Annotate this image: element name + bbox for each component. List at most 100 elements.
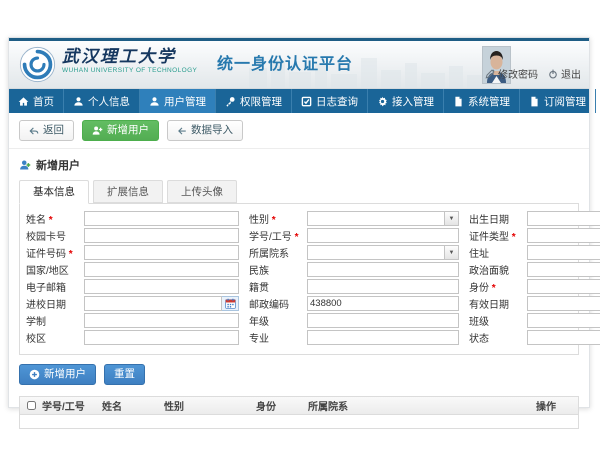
required-asterisk: * <box>512 232 516 243</box>
add-user-toolbar-label: 新增用户 <box>107 124 149 137</box>
reset-button-label: 重置 <box>114 368 135 381</box>
field-label-identity: 身份 * <box>469 279 527 294</box>
chevron-down-icon[interactable]: ▼ <box>445 245 459 260</box>
country-region-control <box>84 262 239 277</box>
change-password-link[interactable]: 修改密码 <box>485 66 538 81</box>
user-table-empty-body <box>20 415 578 428</box>
university-name-en: WUHAN UNIVERSITY OF TECHNOLOGY <box>62 68 197 75</box>
platform-title: 统一身份认证平台 <box>217 50 353 74</box>
user-table-header: 学号/工号姓名性别身份所属院系操作 <box>20 397 578 415</box>
tab-bar: 基本信息 扩展信息 上传头像 <box>19 180 579 203</box>
required-asterisk: * <box>69 249 73 260</box>
nav-item-log-query[interactable]: 日志查询 <box>292 89 368 113</box>
major-input[interactable] <box>307 330 459 345</box>
field-political-status: 政治面貌 <box>469 262 600 277</box>
user-icon <box>73 96 84 107</box>
nav-item-system-management[interactable]: 系统管理 <box>444 89 520 113</box>
table-header-col-5: 操作 <box>532 398 578 413</box>
gear-icon <box>377 96 388 107</box>
field-major: 专业 <box>249 330 459 345</box>
email-input[interactable] <box>84 279 239 294</box>
major-control <box>307 330 459 345</box>
field-identity: 身份 * <box>469 279 600 294</box>
nav-item-label: 日志查询 <box>316 94 358 109</box>
birth-date-input[interactable] <box>527 211 600 226</box>
add-user-submit-button[interactable]: 新增用户 <box>19 364 96 385</box>
valid-date-input[interactable] <box>527 296 600 311</box>
name-input[interactable] <box>84 211 239 226</box>
birth-date-control <box>527 211 600 226</box>
field-email: 电子邮箱 <box>26 279 239 294</box>
field-label-birth-date: 出生日期 <box>469 211 527 226</box>
required-asterisk: * <box>295 232 299 243</box>
basic-info-form: 姓名 *性别 *▼出生日期 校园卡号 学号/工号 *证件类型 *证件号码 *所属… <box>19 203 579 355</box>
field-label-country-region: 国家/地区 <box>26 262 84 277</box>
address-control <box>527 245 600 260</box>
nav-item-profile[interactable]: 个人信息 <box>64 89 140 113</box>
nav-item-home[interactable]: 首页 <box>9 89 64 113</box>
field-label-name: 姓名 * <box>26 211 84 226</box>
nav-item-access-management[interactable]: 接入管理 <box>368 89 444 113</box>
status-input[interactable] <box>527 330 600 345</box>
nav-item-label: 系统管理 <box>468 94 510 109</box>
nav-item-user-management[interactable]: 用户管理 <box>140 89 216 113</box>
nav-item-label: 个人信息 <box>88 94 130 109</box>
chevron-down-icon[interactable]: ▼ <box>445 211 459 226</box>
id-number-input[interactable] <box>84 245 239 260</box>
tab-basic-info[interactable]: 基本信息 <box>19 180 89 204</box>
back-button-label: 返回 <box>43 124 64 137</box>
field-label-campus: 校区 <box>26 330 84 345</box>
field-campus-card: 校园卡号 <box>26 228 239 243</box>
school-system-input[interactable] <box>84 313 239 328</box>
field-label-class: 班级 <box>469 313 527 328</box>
address-input[interactable] <box>527 245 600 260</box>
entry-date-input[interactable] <box>84 296 222 311</box>
grade-input[interactable] <box>307 313 459 328</box>
field-school-system: 学制 <box>26 313 239 328</box>
postal-code-input[interactable] <box>307 296 459 311</box>
nav-item-label: 首页 <box>33 94 54 109</box>
tab-extended-info[interactable]: 扩展信息 <box>93 180 163 203</box>
department-select[interactable] <box>307 245 445 260</box>
political-status-control <box>527 262 600 277</box>
nav-item-permission-management[interactable]: 权限管理 <box>216 89 292 113</box>
native-place-control <box>307 279 459 294</box>
add-user-section-icon <box>19 159 31 171</box>
field-gender: 性别 * ▼ <box>249 211 459 226</box>
postal-code-control <box>307 296 459 311</box>
logout-link[interactable]: 退出 <box>548 66 581 81</box>
calendar-icon[interactable] <box>222 296 239 311</box>
ethnicity-input[interactable] <box>307 262 459 277</box>
change-password-label: 修改密码 <box>498 66 538 81</box>
field-label-gender: 性别 * <box>249 211 307 226</box>
data-import-button[interactable]: 数据导入 <box>167 120 243 141</box>
plus-circle-icon <box>29 369 40 380</box>
field-label-student-id: 学号/工号 * <box>249 228 307 243</box>
campus-input[interactable] <box>84 330 239 345</box>
student-id-input[interactable] <box>307 228 459 243</box>
gender-select[interactable] <box>307 211 445 226</box>
add-user-toolbar-button[interactable]: 新增用户 <box>82 120 159 141</box>
select-all-checkbox[interactable] <box>27 401 36 410</box>
table-header-col-2: 性别 <box>160 398 252 413</box>
nav-item-subscription-management[interactable]: 订阅管理 <box>520 89 596 113</box>
grade-control <box>307 313 459 328</box>
doc-icon <box>453 96 464 107</box>
field-address: 住址 <box>469 245 600 260</box>
field-label-status: 状态 <box>469 330 527 345</box>
tab-upload-avatar[interactable]: 上传头像 <box>167 180 237 203</box>
name-control <box>84 211 239 226</box>
users-icon <box>149 96 160 107</box>
campus-control <box>84 330 239 345</box>
campus-card-input[interactable] <box>84 228 239 243</box>
country-region-input[interactable] <box>84 262 239 277</box>
reset-button[interactable]: 重置 <box>104 364 145 385</box>
id-type-input[interactable] <box>527 228 600 243</box>
campus-card-control <box>84 228 239 243</box>
native-place-input[interactable] <box>307 279 459 294</box>
field-birth-date: 出生日期 <box>469 211 600 226</box>
political-status-input[interactable] <box>527 262 600 277</box>
identity-input[interactable] <box>527 279 600 294</box>
class-input[interactable] <box>527 313 600 328</box>
back-button[interactable]: 返回 <box>19 120 74 141</box>
